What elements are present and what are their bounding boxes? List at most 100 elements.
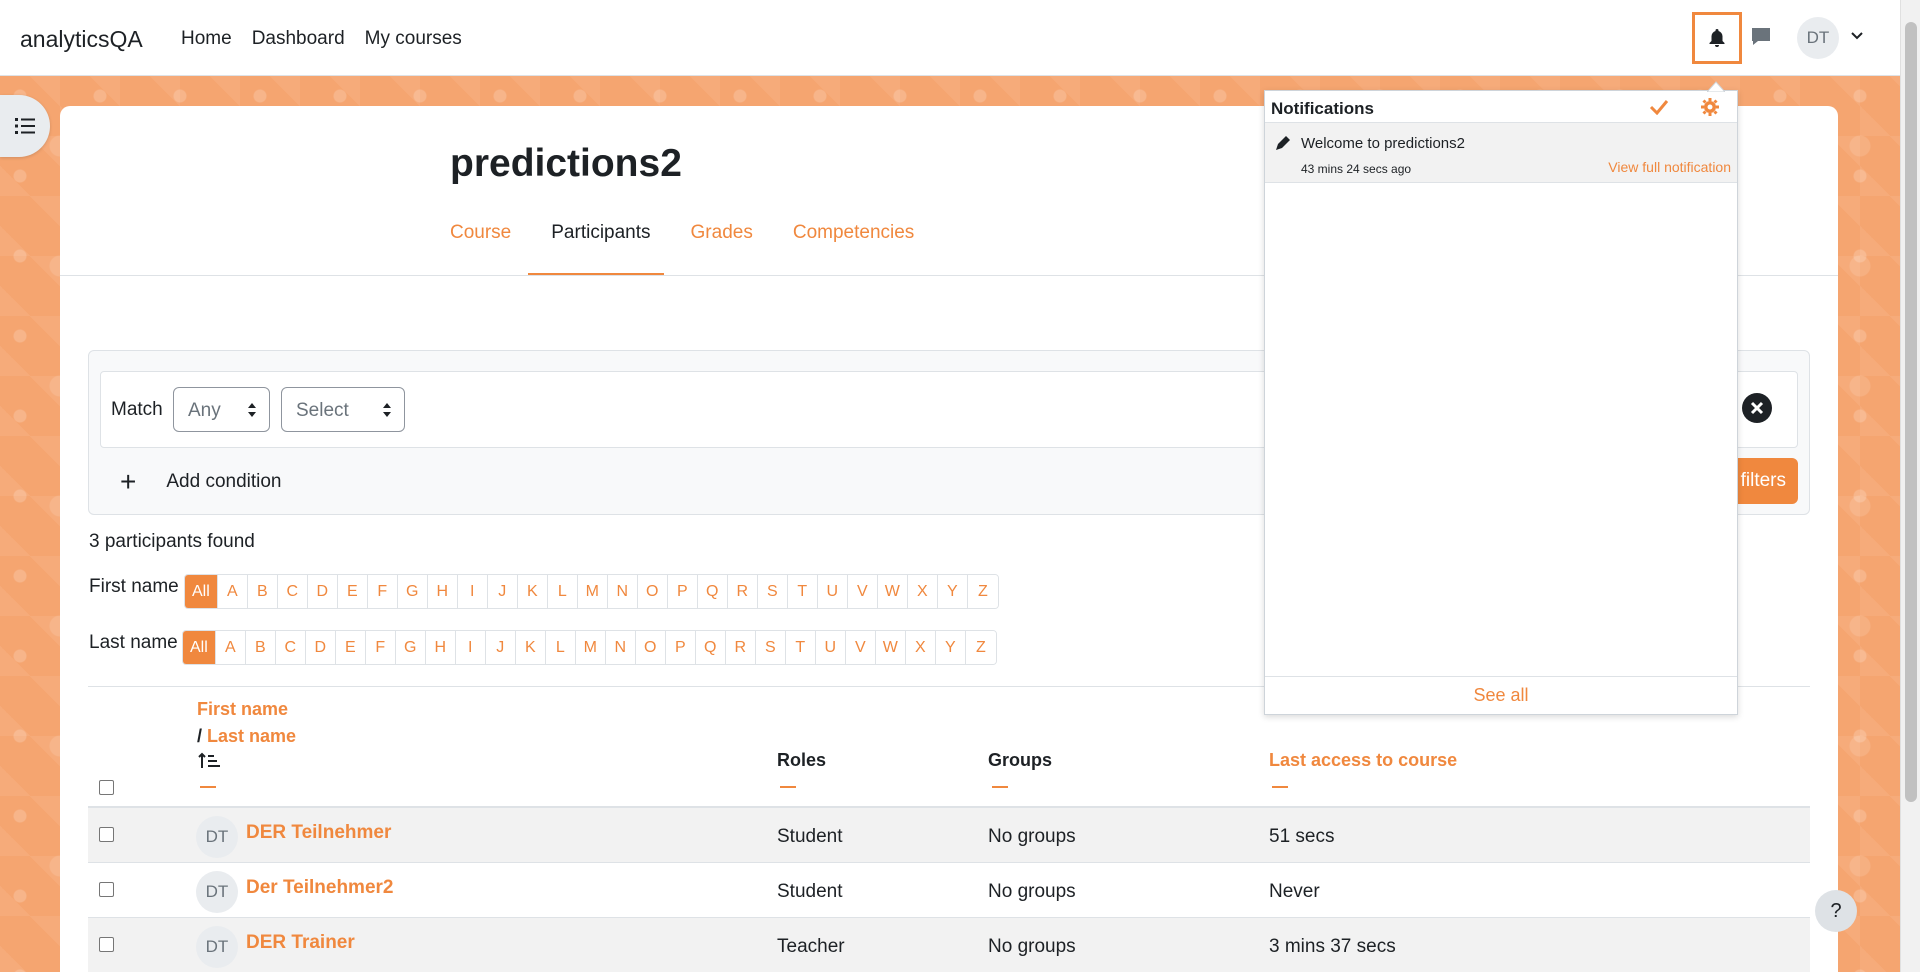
see-all-notifications-link[interactable]: See all (1265, 676, 1737, 714)
add-condition-button[interactable]: + Add condition (120, 468, 282, 496)
notifications-button[interactable] (1692, 12, 1742, 64)
last-name-initial-n[interactable]: N (605, 631, 636, 664)
last-name-initial-m[interactable]: M (575, 631, 606, 664)
first-name-initial-h[interactable]: H (427, 575, 458, 608)
tab-course[interactable]: Course (450, 222, 511, 244)
first-name-initial-all[interactable]: All (185, 575, 218, 608)
last-name-initial-p[interactable]: P (665, 631, 696, 664)
last-name-initial-all[interactable]: All (183, 631, 216, 664)
first-name-initial-i[interactable]: I (457, 575, 488, 608)
last-name-initial-x[interactable]: X (905, 631, 936, 664)
last-name-initial-e[interactable]: E (335, 631, 366, 664)
first-name-initial-g[interactable]: G (397, 575, 428, 608)
first-name-initial-x[interactable]: X (907, 575, 938, 608)
notification-item[interactable]: Welcome to predictions2 43 mins 24 secs … (1265, 123, 1737, 183)
last-name-initial-r[interactable]: R (725, 631, 756, 664)
first-name-initial-v[interactable]: V (847, 575, 878, 608)
first-name-initial-j[interactable]: J (487, 575, 518, 608)
last-name-initial-h[interactable]: H (425, 631, 456, 664)
last-name-initial-j[interactable]: J (485, 631, 516, 664)
first-name-initial-u[interactable]: U (817, 575, 848, 608)
last-name-initial-f[interactable]: F (365, 631, 396, 664)
first-name-initial-q[interactable]: Q (697, 575, 728, 608)
last-name-initial-v[interactable]: V (845, 631, 876, 664)
last-name-initial-i[interactable]: I (455, 631, 486, 664)
nav-my-courses-link[interactable]: My courses (365, 28, 462, 50)
first-name-initial-e[interactable]: E (337, 575, 368, 608)
last-name-initial-g[interactable]: G (395, 631, 426, 664)
page-scrollbar[interactable] (1900, 0, 1920, 972)
first-name-initial-y[interactable]: Y (937, 575, 968, 608)
last-name-initial-s[interactable]: S (755, 631, 786, 664)
site-brand[interactable]: analyticsQA (20, 26, 143, 53)
last-name-initial-a[interactable]: A (215, 631, 246, 664)
tab-grades[interactable]: Grades (691, 222, 753, 244)
last-name-initial-o[interactable]: O (635, 631, 666, 664)
gear-icon[interactable] (1701, 98, 1719, 116)
sort-first-name-link[interactable]: First name (197, 696, 296, 723)
first-name-initial-o[interactable]: O (637, 575, 668, 608)
first-name-initial-t[interactable]: T (787, 575, 818, 608)
sort-last-name-link[interactable]: Last name (207, 726, 296, 746)
hide-column-icon[interactable] (780, 786, 796, 788)
first-name-initial-l[interactable]: L (547, 575, 578, 608)
first-name-initial-p[interactable]: P (667, 575, 698, 608)
last-name-initial-y[interactable]: Y (935, 631, 966, 664)
tab-participants[interactable]: Participants (551, 222, 650, 244)
first-name-initial-z[interactable]: Z (967, 575, 998, 608)
last-name-initial-q[interactable]: Q (695, 631, 726, 664)
participant-groups: No groups (988, 826, 1076, 847)
row-select-checkbox[interactable] (99, 882, 114, 897)
chat-icon[interactable] (1750, 26, 1772, 48)
sort-ascending-icon[interactable] (198, 752, 220, 770)
last-name-initial-z[interactable]: Z (965, 631, 996, 664)
top-navbar: analyticsQA Home Dashboard My courses DT (0, 0, 1900, 76)
last-name-initial-b[interactable]: B (245, 631, 276, 664)
last-name-initial-k[interactable]: K (515, 631, 546, 664)
first-name-initial-n[interactable]: N (607, 575, 638, 608)
first-name-initial-a[interactable]: A (217, 575, 248, 608)
last-name-initial-w[interactable]: W (875, 631, 906, 664)
table-row: DT DER Trainer Teacher No groups 3 mins … (88, 918, 1810, 972)
first-name-initial-c[interactable]: C (277, 575, 308, 608)
last-name-initial-c[interactable]: C (275, 631, 306, 664)
participant-name-link[interactable]: Der Teilnehmer2 (246, 877, 393, 899)
check-icon[interactable] (1649, 99, 1669, 115)
first-name-initial-s[interactable]: S (757, 575, 788, 608)
row-select-checkbox[interactable] (99, 827, 114, 842)
participant-name-link[interactable]: DER Trainer (246, 932, 355, 954)
first-name-initial-k[interactable]: K (517, 575, 548, 608)
first-name-initial-m[interactable]: M (577, 575, 608, 608)
participant-last-access: 51 secs (1269, 826, 1335, 847)
row-select-checkbox[interactable] (99, 937, 114, 952)
last-name-initial-u[interactable]: U (815, 631, 846, 664)
match-select[interactable]: Any (173, 387, 270, 432)
last-name-initial-l[interactable]: L (545, 631, 576, 664)
last-name-initial-t[interactable]: T (785, 631, 816, 664)
bell-icon (1709, 29, 1725, 47)
tab-competencies[interactable]: Competencies (793, 222, 914, 244)
chevron-down-icon[interactable] (1850, 31, 1864, 41)
scrollbar-thumb[interactable] (1905, 22, 1917, 802)
course-title: predictions2 (450, 142, 682, 185)
first-name-initial-f[interactable]: F (367, 575, 398, 608)
help-button[interactable]: ? (1815, 890, 1857, 932)
first-name-initial-d[interactable]: D (307, 575, 338, 608)
first-name-initial-b[interactable]: B (247, 575, 278, 608)
condition-type-select[interactable]: Select (281, 387, 405, 432)
column-header-last-access[interactable]: Last access to course (1269, 750, 1457, 771)
first-name-initial-r[interactable]: R (727, 575, 758, 608)
hide-column-icon[interactable] (1272, 786, 1288, 788)
view-full-notification-link[interactable]: View full notification (1608, 159, 1731, 175)
user-avatar[interactable]: DT (1797, 17, 1839, 59)
avatar: DT (196, 926, 238, 968)
last-name-initial-d[interactable]: D (305, 631, 336, 664)
participant-name-link[interactable]: DER Teilnehmer (246, 822, 391, 844)
first-name-initial-w[interactable]: W (877, 575, 908, 608)
nav-dashboard-link[interactable]: Dashboard (252, 28, 345, 50)
hide-column-icon[interactable] (992, 786, 1008, 788)
remove-condition-button[interactable] (1742, 393, 1772, 423)
nav-home-link[interactable]: Home (181, 28, 232, 50)
hide-column-icon[interactable] (200, 786, 216, 788)
select-all-checkbox[interactable] (99, 780, 114, 795)
